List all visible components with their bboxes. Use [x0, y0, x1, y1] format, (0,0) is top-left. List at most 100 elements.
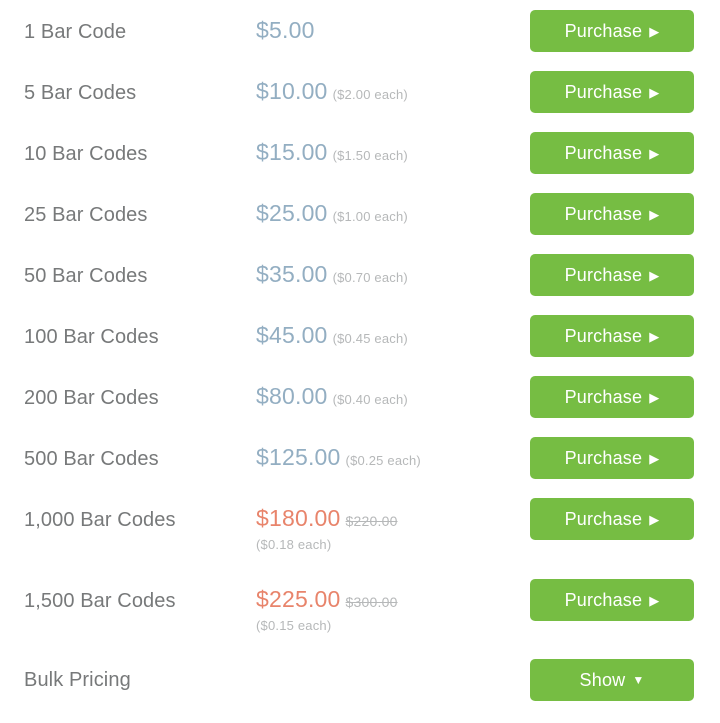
purchase-button[interactable]: Purchase ▶ — [530, 10, 694, 52]
table-row: 5 Bar Codes$10.00 ($2.00 each) Purchase ▶ — [0, 61, 720, 122]
action-cell: Purchase ▶ — [530, 305, 706, 357]
unit-price: ($0.45 each) — [333, 331, 408, 346]
action-cell: Purchase ▶ — [530, 122, 706, 174]
quantity-label: 25 Bar Codes — [24, 183, 256, 225]
purchase-button[interactable]: Purchase ▶ — [530, 315, 694, 357]
bulk-pricing-row: Bulk Pricing Show ▼ — [0, 650, 720, 710]
unit-price: ($0.40 each) — [333, 392, 408, 407]
play-triangle-icon: ▶ — [649, 513, 659, 526]
price: $125.00 — [256, 444, 341, 470]
table-row: 50 Bar Codes$35.00 ($0.70 each) Purchase ▶ — [0, 244, 720, 305]
price: $10.00 — [256, 78, 328, 104]
price-cell: $35.00 ($0.70 each) — [256, 244, 530, 287]
action-cell: Purchase ▶ — [530, 244, 706, 296]
unit-price: ($1.00 each) — [333, 209, 408, 224]
price-cell: $225.00 $300.00 ($0.15 each) — [256, 569, 530, 632]
action-cell: Purchase ▶ — [530, 183, 706, 235]
quantity-label: 1 Bar Code — [24, 0, 256, 42]
table-row: 100 Bar Codes$45.00 ($0.45 each) Purchase ▶ — [0, 305, 720, 366]
price: $35.00 — [256, 261, 328, 287]
show-bulk-pricing-button[interactable]: Show ▼ — [530, 659, 694, 701]
price-cell: $180.00 $220.00 ($0.18 each) — [256, 488, 530, 551]
table-row: 500 Bar Codes$125.00 ($0.25 each) Purchase… — [0, 427, 720, 488]
purchase-button-label: Purchase — [565, 448, 643, 469]
purchase-button[interactable]: Purchase ▶ — [530, 376, 694, 418]
purchase-button[interactable]: Purchase ▶ — [530, 437, 694, 479]
table-row: 200 Bar Codes$80.00 ($0.40 each) Purchase ▶ — [0, 366, 720, 427]
unit-price: ($0.15 each) — [256, 619, 530, 633]
play-triangle-icon: ▶ — [649, 269, 659, 282]
unit-price: ($0.70 each) — [333, 270, 408, 285]
price-cell: $80.00 ($0.40 each) — [256, 366, 530, 409]
price: $80.00 — [256, 383, 328, 409]
price-cell: $25.00 ($1.00 each) — [256, 183, 530, 226]
quantity-label: 100 Bar Codes — [24, 305, 256, 347]
quantity-label: 1,000 Bar Codes — [24, 488, 256, 530]
table-row: 1,000 Bar Codes$180.00 $220.00 ($0.18 each… — [0, 488, 720, 569]
unit-price: ($0.25 each) — [346, 453, 421, 468]
price: $15.00 — [256, 139, 328, 165]
price-cell: $10.00 ($2.00 each) — [256, 61, 530, 104]
table-row: 10 Bar Codes$15.00 ($1.50 each) Purchase ▶ — [0, 122, 720, 183]
action-cell: Purchase ▶ — [530, 569, 706, 621]
bulk-pricing-label: Bulk Pricing — [24, 650, 256, 690]
purchase-button-label: Purchase — [565, 590, 643, 611]
purchase-button[interactable]: Purchase ▶ — [530, 254, 694, 296]
quantity-label: 1,500 Bar Codes — [24, 569, 256, 611]
chevron-down-icon: ▼ — [632, 674, 644, 686]
sale-price: $225.00 — [256, 586, 341, 612]
purchase-button[interactable]: Purchase ▶ — [530, 498, 694, 540]
price: $5.00 — [256, 17, 315, 43]
unit-price: ($0.18 each) — [256, 538, 530, 552]
play-triangle-icon: ▶ — [649, 330, 659, 343]
purchase-button[interactable]: Purchase ▶ — [530, 193, 694, 235]
play-triangle-icon: ▶ — [649, 391, 659, 404]
purchase-button[interactable]: Purchase ▶ — [530, 132, 694, 174]
quantity-label: 5 Bar Codes — [24, 61, 256, 103]
play-triangle-icon: ▶ — [649, 208, 659, 221]
purchase-button[interactable]: Purchase ▶ — [530, 71, 694, 113]
bulk-pricing-action-cell: Show ▼ — [530, 650, 706, 701]
quantity-label: 50 Bar Codes — [24, 244, 256, 286]
action-cell: Purchase ▶ — [530, 427, 706, 479]
purchase-button-label: Purchase — [565, 326, 643, 347]
quantity-label: 10 Bar Codes — [24, 122, 256, 164]
unit-price: ($2.00 each) — [333, 87, 408, 102]
purchase-button-label: Purchase — [565, 387, 643, 408]
pricing-rows: 1 Bar Code$5.00Purchase▶5 Bar Codes$10.0… — [0, 0, 720, 650]
quantity-label: 500 Bar Codes — [24, 427, 256, 469]
price: $25.00 — [256, 200, 328, 226]
price-cell: $125.00 ($0.25 each) — [256, 427, 530, 470]
price: $45.00 — [256, 322, 328, 348]
pricing-table: 1 Bar Code$5.00Purchase▶5 Bar Codes$10.0… — [0, 0, 720, 723]
purchase-button-label: Purchase — [565, 509, 643, 530]
purchase-button[interactable]: Purchase ▶ — [530, 579, 694, 621]
purchase-button-label: Purchase — [565, 204, 643, 225]
price-cell: $5.00 — [256, 0, 530, 43]
purchase-button-label: Purchase — [565, 21, 643, 42]
purchase-button-label: Purchase — [565, 143, 643, 164]
purchase-button-label: Purchase — [565, 265, 643, 286]
table-row: 1,500 Bar Codes$225.00 $300.00 ($0.15 each… — [0, 569, 720, 650]
original-price: $300.00 — [346, 594, 398, 610]
play-triangle-icon: ▶ — [649, 86, 659, 99]
action-cell: Purchase ▶ — [530, 0, 706, 52]
sale-price: $180.00 — [256, 505, 341, 531]
play-triangle-icon: ▶ — [649, 594, 659, 607]
price-cell: $15.00 ($1.50 each) — [256, 122, 530, 165]
bulk-pricing-price-cell — [256, 650, 530, 668]
original-price: $220.00 — [346, 513, 398, 529]
table-row: 1 Bar Code$5.00 Purchase ▶ — [0, 0, 720, 61]
play-triangle-icon: ▶ — [649, 147, 659, 160]
unit-price: ($1.50 each) — [333, 148, 408, 163]
action-cell: Purchase ▶ — [530, 488, 706, 540]
price-cell: $45.00 ($0.45 each) — [256, 305, 530, 348]
quantity-label: 200 Bar Codes — [24, 366, 256, 408]
purchase-button-label: Purchase — [565, 82, 643, 103]
table-row: 25 Bar Codes$25.00 ($1.00 each) Purchase ▶ — [0, 183, 720, 244]
play-triangle-icon: ▶ — [649, 452, 659, 465]
play-triangle-icon: ▶ — [649, 25, 659, 38]
action-cell: Purchase ▶ — [530, 61, 706, 113]
action-cell: Purchase ▶ — [530, 366, 706, 418]
show-bulk-pricing-label: Show — [580, 670, 626, 691]
